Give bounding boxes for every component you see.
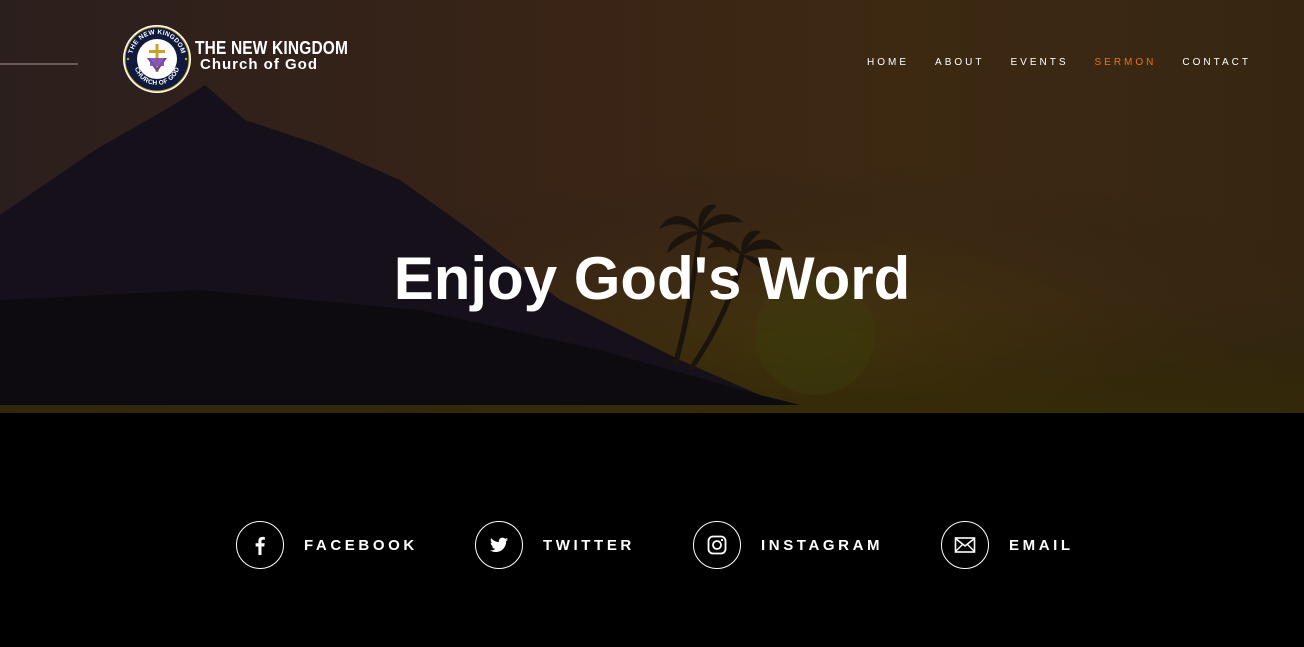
instagram-icon bbox=[707, 535, 727, 555]
nav-item-events[interactable]: EVENTS bbox=[1010, 57, 1068, 68]
email-icon bbox=[954, 537, 976, 553]
site-logo[interactable]: THE NEW KINGDOM CHURCH OF GOD THE NEW KI… bbox=[122, 22, 373, 96]
facebook-icon-circle[interactable] bbox=[236, 521, 284, 569]
social-facebook-link[interactable]: FACEBOOK bbox=[236, 521, 418, 569]
brand-subtitle: Church of God bbox=[200, 56, 318, 73]
hero-section: THE NEW KINGDOM CHURCH OF GOD THE NEW KI… bbox=[0, 0, 1304, 413]
social-email-link[interactable]: EMAIL bbox=[941, 521, 1074, 569]
facebook-label[interactable]: FACEBOOK bbox=[304, 537, 418, 554]
nav-decorative-line bbox=[0, 63, 78, 65]
email-label[interactable]: EMAIL bbox=[1009, 537, 1074, 554]
nav-item-contact[interactable]: CONTACT bbox=[1182, 57, 1251, 68]
logo-text: THE NEW KINGDOM Church of God bbox=[195, 39, 373, 73]
church-emblem-icon: THE NEW KINGDOM CHURCH OF GOD bbox=[123, 25, 191, 93]
twitter-icon-circle[interactable] bbox=[475, 521, 523, 569]
main-navigation: HOME ABOUT EVENTS SERMON CONTACT bbox=[841, 57, 1251, 68]
nav-item-home[interactable]: HOME bbox=[867, 57, 909, 68]
brand-name: THE NEW KINGDOM bbox=[195, 38, 349, 58]
instagram-icon-circle[interactable] bbox=[693, 521, 741, 569]
facebook-icon bbox=[255, 536, 265, 555]
nav-item-about[interactable]: ABOUT bbox=[935, 57, 984, 68]
social-instagram-link[interactable]: INSTAGRAM bbox=[693, 521, 883, 569]
social-twitter-link[interactable]: TWITTER bbox=[475, 521, 635, 569]
twitter-icon bbox=[490, 537, 509, 553]
email-icon-circle[interactable] bbox=[941, 521, 989, 569]
instagram-label[interactable]: INSTAGRAM bbox=[761, 537, 883, 554]
nav-item-sermon[interactable]: SERMON bbox=[1095, 57, 1157, 68]
twitter-label[interactable]: TWITTER bbox=[543, 537, 635, 554]
hero-title: Enjoy God's Word bbox=[393, 245, 911, 312]
social-links: FACEBOOK TWITTER INSTAGRAM EMAIL bbox=[0, 521, 1304, 569]
